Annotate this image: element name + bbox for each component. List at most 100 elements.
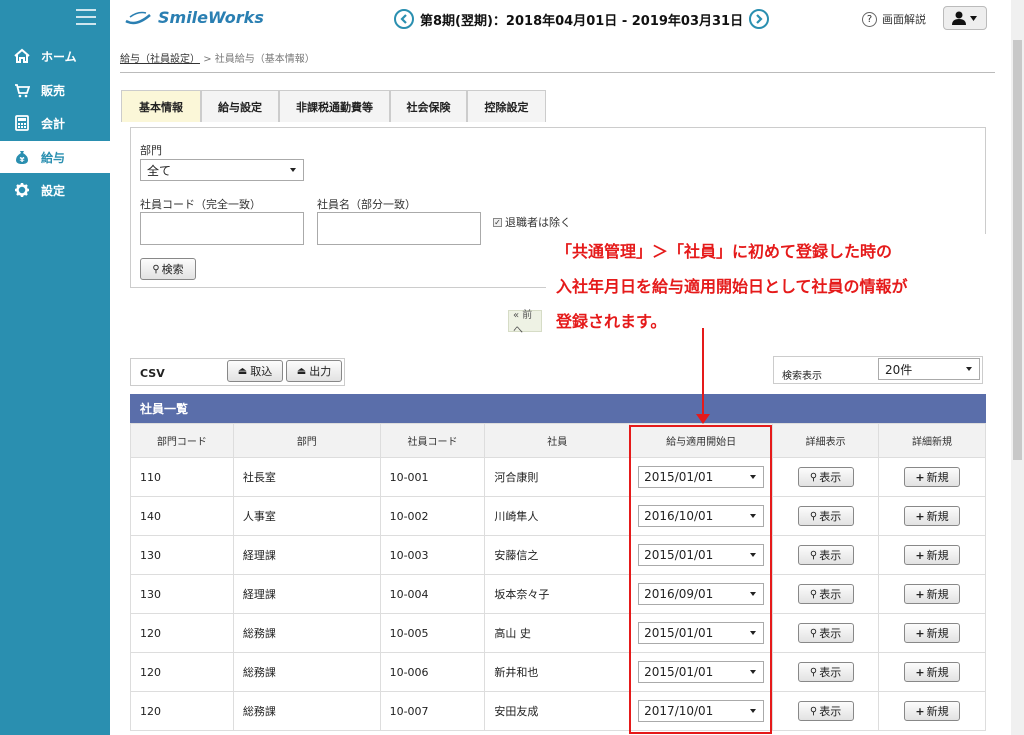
sidebar-item-accounting[interactable]: 会計 <box>0 107 110 139</box>
csv-export-label: 出力 <box>309 365 332 378</box>
display-count-value: 20件 <box>885 362 913 377</box>
csv-export-button[interactable]: ⏏ 出力 <box>286 360 342 382</box>
emp-name-input[interactable] <box>317 212 481 245</box>
tab-commute-allowance[interactable]: 非課税通勤費等 <box>279 90 390 122</box>
show-detail-button[interactable]: ⚲ 表示 <box>797 623 854 643</box>
search-button[interactable]: ⚲ 検索 <box>140 258 196 280</box>
col-emp: 社員 <box>484 423 631 458</box>
sidebar-item-sales[interactable]: 販売 <box>0 74 110 106</box>
search-icon: ⚲ <box>809 627 818 639</box>
tab-salary-settings[interactable]: 給与設定 <box>201 90 279 122</box>
breadcrumb-link[interactable]: 給与（社員設定） <box>120 54 200 65</box>
prev-period-button[interactable] <box>394 9 414 29</box>
cell-dept: 総務課 <box>232 613 381 653</box>
annotation-arrow-icon <box>696 414 710 424</box>
cell-emp: 安田友成 <box>484 691 631 731</box>
show-detail-button[interactable]: ⚲ 表示 <box>797 467 854 487</box>
cell-detail-new: + 新規 <box>878 535 986 575</box>
new-detail-button[interactable]: + 新規 <box>904 545 961 565</box>
annotation-line-2: 入社年月日を給与適用開始日として社員の情報が <box>556 277 908 296</box>
new-detail-label: 新規 <box>926 471 949 484</box>
chevron-left-icon <box>400 14 407 24</box>
new-detail-button[interactable]: + 新規 <box>904 584 961 604</box>
scrollbar-thumb[interactable] <box>1013 40 1022 460</box>
plus-icon: + <box>915 548 925 562</box>
show-detail-label: 表示 <box>819 510 842 523</box>
cell-emp-code: 10-006 <box>379 652 486 692</box>
tab-basic-info[interactable]: 基本情報 <box>121 90 201 122</box>
exclude-retired-checkbox[interactable]: ✓ 退職者は除く <box>493 214 571 230</box>
annotation-callout: 「共通管理」＞「社員」に初めて登録した時の 入社年月日を給与適用開始日として社員… <box>546 234 986 339</box>
sidebar-item-home[interactable]: ホーム <box>0 40 110 72</box>
sidebar-item-label: 設定 <box>41 183 66 198</box>
csv-import-label: 取込 <box>250 365 273 378</box>
table-row: 110 社長室 10-001 河合康則 2015/01/01 ⚲ 表示 + 新規 <box>130 457 986 497</box>
cell-dept-code: 110 <box>130 457 234 497</box>
search-icon: ⚲ <box>809 471 818 483</box>
dept-select[interactable]: 全て <box>140 159 304 181</box>
tab-deduction-settings[interactable]: 控除設定 <box>467 90 546 122</box>
col-dept-code: 部門コード <box>130 423 234 458</box>
display-count-select[interactable]: 20件 <box>878 358 980 380</box>
show-detail-button[interactable]: ⚲ 表示 <box>797 506 854 526</box>
menu-icon[interactable] <box>76 9 96 25</box>
gear-icon <box>11 182 33 198</box>
vertical-scrollbar[interactable] <box>1011 0 1024 735</box>
plus-icon: + <box>915 704 925 718</box>
cell-dept-code: 140 <box>130 496 234 536</box>
sidebar-item-label: 会計 <box>41 116 66 131</box>
chevron-right-icon <box>756 14 763 24</box>
new-detail-button[interactable]: + 新規 <box>904 467 961 487</box>
table-header-row: 部門コード 部門 社員コード 社員 給与適用開始日 詳細表示 詳細新規 <box>130 423 986 458</box>
show-detail-button[interactable]: ⚲ 表示 <box>797 701 854 721</box>
cell-dept-code: 120 <box>130 652 234 692</box>
cell-detail-show: ⚲ 表示 <box>772 691 880 731</box>
cell-emp: 新井和也 <box>484 652 631 692</box>
table-row: 130 経理課 10-003 安藤信之 2015/01/01 ⚲ 表示 + 新規 <box>130 535 986 575</box>
col-detail-show: 詳細表示 <box>772 423 880 458</box>
new-detail-button[interactable]: + 新規 <box>904 662 961 682</box>
moneybag-icon: ¥ <box>11 149 33 165</box>
help-link[interactable]: ? 画面解説 <box>862 11 926 27</box>
cell-dept-code: 120 <box>130 691 234 731</box>
col-detail-new: 詳細新規 <box>878 423 986 458</box>
help-label: 画面解説 <box>882 13 926 26</box>
header: SmileWorks 第8期(翌期)：2018年04月01日 - 2019年03… <box>110 0 1024 38</box>
sidebar-item-label: ホーム <box>41 49 77 64</box>
new-detail-label: 新規 <box>926 627 949 640</box>
cell-emp: 河合康則 <box>484 457 631 497</box>
csv-import-button[interactable]: ⏏ 取込 <box>227 360 283 382</box>
tab-social-insurance[interactable]: 社会保険 <box>390 90 467 122</box>
employee-list-title: 社員一覧 <box>130 394 986 423</box>
dept-label: 部門 <box>140 144 162 157</box>
cell-emp: 川崎隼人 <box>484 496 631 536</box>
show-detail-button[interactable]: ⚲ 表示 <box>797 584 854 604</box>
cell-emp: 高山 史 <box>484 613 631 653</box>
next-period-button[interactable] <box>749 9 770 29</box>
plus-icon: + <box>915 509 925 523</box>
cell-emp-code: 10-003 <box>379 535 486 575</box>
new-detail-label: 新規 <box>926 588 949 601</box>
plus-icon: + <box>915 665 925 679</box>
sidebar-item-payroll[interactable]: ¥ 給与 <box>0 141 110 173</box>
annotation-highlight-box <box>629 425 772 734</box>
emp-name-label: 社員名（部分一致） <box>317 198 416 211</box>
display-count-panel: 検索表示 20件 <box>773 356 983 384</box>
new-detail-button[interactable]: + 新規 <box>904 623 961 643</box>
cell-detail-new: + 新規 <box>878 691 986 731</box>
emp-code-input[interactable] <box>140 212 304 245</box>
show-detail-button[interactable]: ⚲ 表示 <box>797 662 854 682</box>
new-detail-button[interactable]: + 新規 <box>904 506 961 526</box>
prev-page-button[interactable]: « 前へ <box>508 310 542 336</box>
new-detail-button[interactable]: + 新規 <box>904 701 961 721</box>
annotation-arrow-line <box>702 328 704 416</box>
logo[interactable]: SmileWorks <box>124 8 264 27</box>
calculator-icon <box>11 115 33 131</box>
show-detail-button[interactable]: ⚲ 表示 <box>797 545 854 565</box>
show-detail-label: 表示 <box>819 549 842 562</box>
user-menu-button[interactable] <box>943 6 987 30</box>
sidebar-item-settings[interactable]: 設定 <box>0 174 110 206</box>
cell-dept: 総務課 <box>232 691 381 731</box>
new-detail-label: 新規 <box>926 549 949 562</box>
cell-detail-new: + 新規 <box>878 652 986 692</box>
